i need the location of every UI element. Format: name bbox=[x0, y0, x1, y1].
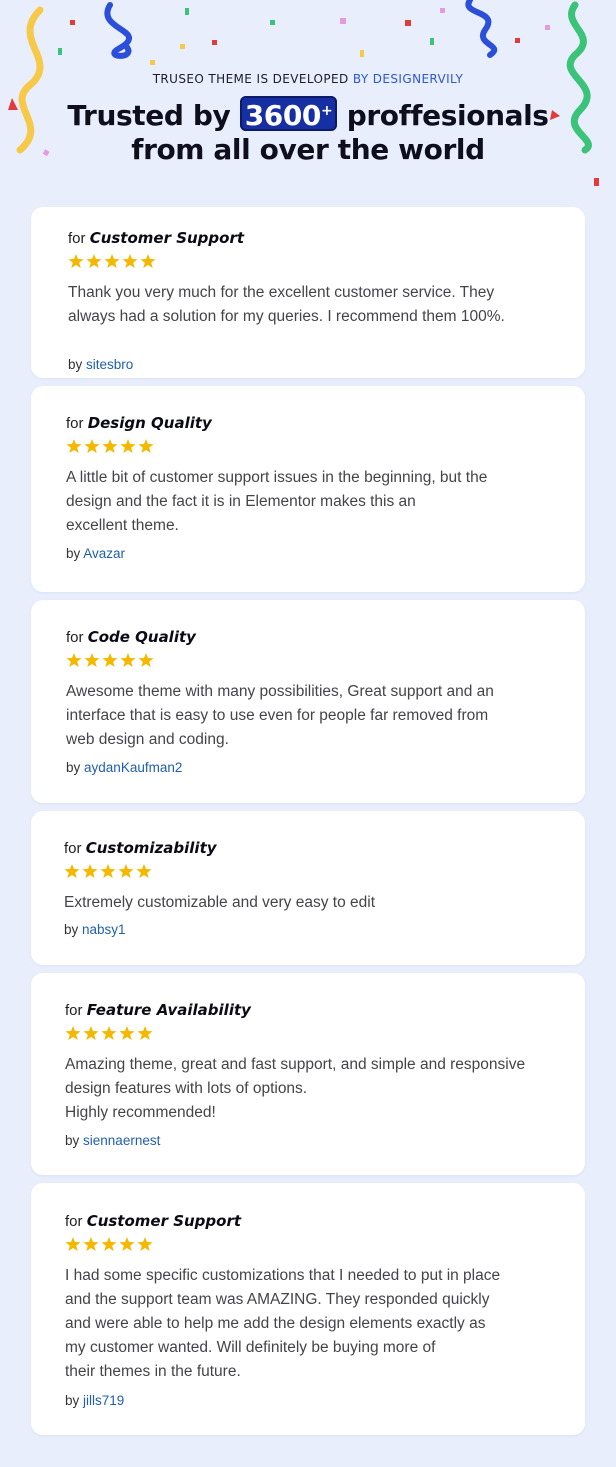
star-icon bbox=[65, 1026, 81, 1040]
review-text: A little bit of customer support issues … bbox=[66, 469, 488, 534]
star-icon bbox=[65, 1237, 81, 1251]
star-icon bbox=[122, 254, 138, 268]
star-icon bbox=[101, 1237, 117, 1251]
star-icon bbox=[84, 653, 100, 667]
review-card: for Design Quality A little bit of custo… bbox=[31, 386, 585, 592]
review-author: by Avazar bbox=[66, 546, 126, 561]
review-card: for Customer Support I had some specific… bbox=[31, 1183, 585, 1435]
star-icon bbox=[137, 1237, 153, 1251]
star-icon bbox=[140, 254, 156, 268]
review-author: by nabsy1 bbox=[64, 922, 126, 937]
page-title: Trusted by 3600+ proffesionals from all … bbox=[0, 96, 616, 167]
review-category: for Design Quality bbox=[66, 414, 212, 432]
star-icon bbox=[102, 653, 118, 667]
headline-suffix: proffesionals bbox=[346, 99, 549, 132]
headline-prefix: Trusted by bbox=[67, 99, 231, 132]
author-link[interactable]: sitesbro bbox=[86, 357, 133, 372]
developer-credit: TRUSEO THEME IS DEVELOPED BY DESIGNERVIL… bbox=[0, 72, 616, 86]
review-author: by siennaernest bbox=[65, 1133, 161, 1148]
review-card: for Customizability Extremely customizab… bbox=[31, 811, 585, 965]
star-icon bbox=[66, 439, 82, 453]
star-icon bbox=[119, 1237, 135, 1251]
review-category: for Customer Support bbox=[68, 229, 245, 247]
star-icon bbox=[64, 864, 80, 878]
star-icon bbox=[83, 1026, 99, 1040]
star-icon bbox=[119, 1026, 135, 1040]
review-author: by aydanKaufman2 bbox=[66, 760, 183, 775]
review-text: Thank you very much for the excellent cu… bbox=[68, 284, 505, 325]
star-icon bbox=[102, 439, 118, 453]
star-icon bbox=[138, 439, 154, 453]
star-rating bbox=[64, 863, 152, 881]
designervily-link[interactable]: BY DESIGNERVILY bbox=[353, 72, 463, 86]
review-text: Extremely customizable and very easy to … bbox=[64, 894, 375, 911]
star-rating bbox=[65, 1025, 153, 1043]
review-card: for Customer Support Thank you very much… bbox=[31, 207, 585, 378]
star-rating bbox=[66, 652, 154, 670]
star-rating bbox=[65, 1236, 153, 1254]
star-icon bbox=[86, 254, 102, 268]
review-category: for Code Quality bbox=[66, 628, 196, 646]
star-icon bbox=[84, 439, 100, 453]
hero-header: TRUSEO THEME IS DEVELOPED BY DESIGNERVIL… bbox=[0, 0, 616, 200]
review-author: by jills719 bbox=[65, 1393, 125, 1408]
author-link[interactable]: siennaernest bbox=[83, 1133, 160, 1148]
professionals-count-badge: 3600+ bbox=[239, 96, 338, 131]
review-author: by sitesbro bbox=[68, 357, 134, 372]
star-icon bbox=[83, 1237, 99, 1251]
review-category: for Feature Availability bbox=[65, 1001, 251, 1019]
author-link[interactable]: Avazar bbox=[83, 546, 125, 561]
review-text: Amazing theme, great and fast support, a… bbox=[65, 1056, 526, 1121]
review-text: I had some specific customizations that … bbox=[65, 1267, 501, 1380]
star-icon bbox=[138, 653, 154, 667]
star-icon bbox=[137, 1026, 153, 1040]
star-icon bbox=[120, 439, 136, 453]
star-icon bbox=[82, 864, 98, 878]
credit-text: TRUSEO THEME IS DEVELOPED bbox=[152, 72, 349, 86]
review-category: for Customizability bbox=[64, 839, 217, 857]
star-icon bbox=[100, 864, 116, 878]
star-rating bbox=[66, 438, 154, 456]
star-icon bbox=[120, 653, 136, 667]
review-text: Awesome theme with many possibilities, G… bbox=[66, 683, 494, 748]
author-link[interactable]: aydanKaufman2 bbox=[84, 760, 182, 775]
star-icon bbox=[101, 1026, 117, 1040]
star-icon bbox=[68, 254, 84, 268]
review-card: for Code Quality Awesome theme with many… bbox=[31, 600, 585, 803]
review-category: for Customer Support bbox=[65, 1212, 242, 1230]
star-icon bbox=[118, 864, 134, 878]
star-icon bbox=[104, 254, 120, 268]
star-icon bbox=[136, 864, 152, 878]
headline-line2: from all over the world bbox=[131, 133, 485, 166]
star-icon bbox=[66, 653, 82, 667]
author-link[interactable]: nabsy1 bbox=[82, 922, 126, 937]
review-card: for Feature Availability Amazing theme, … bbox=[31, 973, 585, 1175]
star-rating bbox=[68, 253, 156, 271]
author-link[interactable]: jills719 bbox=[83, 1393, 124, 1408]
